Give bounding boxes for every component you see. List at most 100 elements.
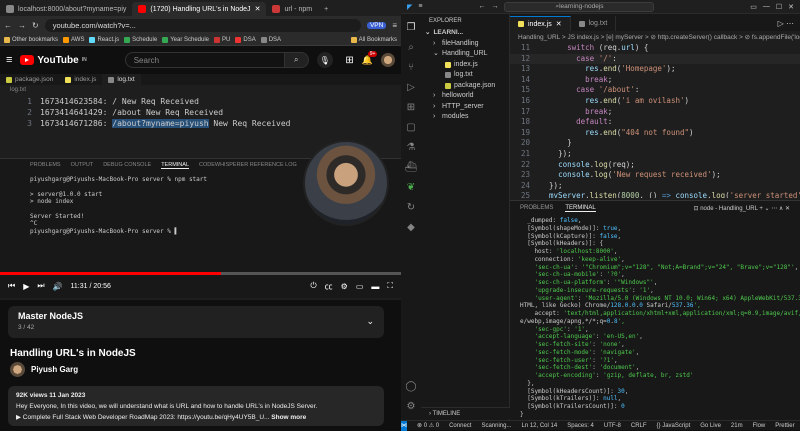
codewhisperer-icon[interactable]: ◆: [407, 222, 415, 233]
browser-tab-npm[interactable]: url - npm: [266, 2, 318, 16]
docker-icon[interactable]: ⛴: [405, 162, 418, 173]
code-line[interactable]: 17 break;: [510, 107, 800, 118]
go-live-button[interactable]: Go Live: [700, 423, 721, 429]
code-line[interactable]: 20 }: [510, 138, 800, 149]
previous-icon[interactable]: ⏮: [8, 281, 15, 291]
bookmark-other[interactable]: Other bookmarks: [4, 36, 58, 43]
next-icon[interactable]: ⏭: [37, 281, 44, 291]
code-line[interactable]: 14 break;: [510, 75, 800, 86]
settings-gear-icon[interactable]: ⚙: [407, 401, 416, 412]
back-icon[interactable]: ←: [478, 3, 485, 10]
minimize-icon[interactable]: —: [763, 3, 770, 10]
connect-status[interactable]: Connect: [449, 423, 471, 429]
cursor-position[interactable]: Ln 12, Col 14: [521, 423, 557, 429]
play-icon[interactable]: ▶: [23, 282, 29, 291]
url-input[interactable]: youtube.com/watch?v=...: [44, 18, 361, 32]
mic-icon[interactable]: 🎙: [316, 52, 333, 68]
create-icon[interactable]: ⊞: [345, 55, 353, 66]
vpn-badge[interactable]: VPN: [366, 21, 387, 29]
bookmark-schedule[interactable]: Schedule: [124, 36, 157, 43]
bookmark-pu[interactable]: PU: [214, 36, 230, 43]
youtube-logo[interactable]: YouTube IN: [20, 55, 87, 66]
maximize-icon[interactable]: ☐: [776, 3, 782, 11]
settings-icon[interactable]: ⚙: [341, 282, 348, 291]
miniplayer-icon[interactable]: ▭: [356, 282, 364, 291]
source-control-icon[interactable]: ⑂: [408, 62, 414, 73]
code-line[interactable]: 24 });: [510, 181, 800, 192]
playlist-panel[interactable]: Master NodeJS 3 / 42 ⌄: [8, 306, 384, 338]
run-icon[interactable]: ▷ ⋯: [778, 19, 800, 28]
theater-icon[interactable]: ▬: [371, 282, 379, 291]
tree-item[interactable]: log.txt: [421, 70, 509, 81]
layout-icon[interactable]: ▭: [750, 3, 757, 11]
notifications-icon[interactable]: 🔔 9+: [362, 50, 378, 66]
hamburger-icon[interactable]: ≡: [6, 54, 12, 66]
search-icon[interactable]: ⌕: [408, 42, 414, 53]
code-line[interactable]: 18 default:: [510, 117, 800, 128]
code-line[interactable]: 11 switch (req.url) {: [510, 43, 800, 54]
code-line[interactable]: 15 case '/about':: [510, 85, 800, 96]
workspace-root[interactable]: ⌄ LEARNI...: [425, 28, 509, 39]
new-tab-button[interactable]: +: [318, 2, 334, 16]
time-tracker[interactable]: 21m: [731, 423, 743, 429]
testing-icon[interactable]: ⚗: [407, 142, 416, 153]
problems-count[interactable]: ⊗ 0 ⚠ 0: [417, 422, 439, 429]
tree-item[interactable]: › fileHandling: [421, 39, 509, 50]
code-line[interactable]: 12 case '/':: [510, 53, 800, 65]
prettier-status[interactable]: Prettier: [775, 423, 794, 429]
remote-indicator[interactable]: ⋈: [401, 420, 407, 431]
browser-tab-localhost[interactable]: localhost:8000/about?myname=piy: [0, 2, 132, 16]
files-icon[interactable]: ❐: [407, 22, 416, 33]
channel-avatar[interactable]: [10, 362, 25, 377]
tree-item[interactable]: package.json: [421, 81, 509, 92]
avatar[interactable]: [381, 53, 395, 67]
tab-terminal[interactable]: TERMINAL: [565, 205, 596, 212]
youtube-search-input[interactable]: Search: [124, 52, 285, 68]
flow-status[interactable]: Flow: [753, 423, 766, 429]
bookmark-dsa-2[interactable]: DSA: [260, 36, 281, 43]
tree-item[interactable]: › helloworld: [421, 91, 509, 102]
bookmark-dsa-1[interactable]: DSA: [235, 36, 256, 43]
tab-log-txt[interactable]: log.txt: [571, 16, 617, 31]
back-icon[interactable]: ←: [4, 21, 12, 30]
terminal-output[interactable]: _dumped: false, [Symbol(shapeMode)]: tru…: [510, 215, 800, 419]
tree-item[interactable]: index.js: [421, 60, 509, 71]
language-mode[interactable]: {} JavaScript: [657, 423, 691, 429]
tab-index-js[interactable]: index.js ✕: [510, 16, 571, 31]
account-icon[interactable]: ◯: [405, 381, 416, 392]
search-button[interactable]: ⌕: [284, 52, 309, 68]
timeline-section[interactable]: › TIMELINE: [421, 407, 510, 419]
tree-item[interactable]: ⌄ Handling_URL: [421, 49, 509, 60]
mongodb-icon[interactable]: ❦: [407, 182, 415, 193]
menu-icon[interactable]: ≡: [418, 3, 422, 10]
close-icon[interactable]: ✕: [255, 5, 261, 13]
live-share-icon[interactable]: ↻: [407, 202, 415, 213]
remote-explorer-icon[interactable]: ▢: [406, 122, 415, 133]
captions-icon[interactable]: ㏄: [325, 281, 333, 292]
run-debug-icon[interactable]: ▷: [407, 82, 415, 93]
show-more-link[interactable]: Show more: [271, 414, 306, 421]
menu-icon[interactable]: ≡: [392, 21, 397, 30]
bookmark-aws[interactable]: AWS: [63, 36, 84, 43]
extensions-icon[interactable]: ⊞: [407, 102, 415, 113]
line-ending[interactable]: CRLF: [631, 423, 647, 429]
close-icon[interactable]: ✕: [556, 20, 562, 28]
autoplay-toggle[interactable]: ⏻: [310, 281, 316, 291]
code-line[interactable]: 13 res.end('Homepage');: [510, 64, 800, 75]
code-line[interactable]: 19 res.end("404 not found"): [510, 128, 800, 139]
code-editor[interactable]: 11 switch (req.url) {12 case '/': 13 res.…: [510, 43, 800, 198]
tree-item[interactable]: › modules: [421, 112, 509, 123]
tab-problems[interactable]: PROBLEMS: [520, 205, 553, 211]
command-center-search[interactable]: ⌕ learning-nodejs: [504, 1, 655, 12]
code-line[interactable]: 16 res.end('i am ovilash'): [510, 96, 800, 107]
all-bookmarks[interactable]: All Bookmarks: [350, 36, 397, 43]
indentation[interactable]: Spaces: 4: [567, 423, 594, 429]
breadcrumb[interactable]: Handling_URL > JS index.js > [e] myServe…: [510, 31, 800, 43]
code-line[interactable]: 25 myServer.listen(8000, () => console.l…: [510, 191, 800, 198]
volume-icon[interactable]: 🔊: [53, 282, 63, 291]
fullscreen-icon[interactable]: ⛶: [387, 281, 393, 291]
code-line[interactable]: 22 console.log(req);: [510, 160, 800, 171]
bookmark-year-schedule[interactable]: Year Schedule: [162, 36, 209, 43]
video-description[interactable]: 92K views 11 Jan 2023 Hey Everyone, In t…: [8, 386, 384, 426]
tree-item[interactable]: › HTTP_server: [421, 102, 509, 113]
